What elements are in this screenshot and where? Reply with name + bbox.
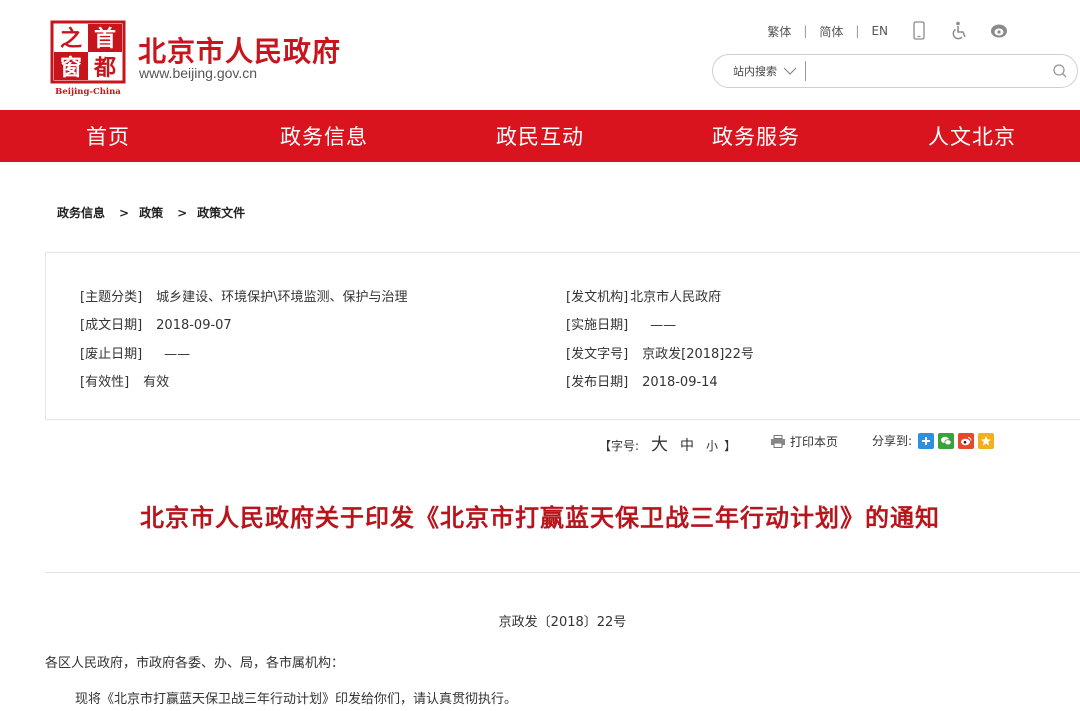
printer-icon — [771, 435, 785, 448]
search-input[interactable] — [806, 56, 1043, 86]
share-label: 分享到: — [872, 434, 913, 448]
chevron-down-icon — [783, 67, 797, 75]
font-size-large-button[interactable]: 大 — [651, 430, 668, 455]
nav-item-gov-info[interactable]: 政务信息 — [216, 110, 432, 162]
meta-published-label: [发布日期] — [566, 375, 629, 390]
logo-char-4: 都 — [93, 55, 116, 81]
wechat-icon[interactable] — [938, 432, 955, 449]
lang-separator: | — [855, 24, 860, 38]
meta-abolished-value: —— — [164, 347, 191, 362]
breadcrumb: 政务信息 > 政策 > 政策文件 — [57, 204, 245, 221]
site-url: www.beijing.gov.cn — [139, 65, 258, 81]
lang-separator: | — [803, 24, 808, 38]
breadcrumb-policy[interactable]: 政策 — [139, 204, 163, 221]
logo-char-3: 窗 — [60, 55, 82, 81]
print-label: 打印本页 — [790, 435, 839, 449]
beijing-logo[interactable]: 之 首 窗 都 Beijing-China — [50, 20, 126, 98]
logo-caption: Beijing-China — [55, 87, 121, 97]
share-more-icon[interactable] — [918, 432, 935, 449]
meta-topic-label: [主题分类] — [80, 290, 143, 305]
title-divider — [45, 572, 1080, 573]
document-addressee: 各区人民政府，市政府各委、办、局，各市属机构： — [45, 656, 345, 671]
breadcrumb-separator: > — [177, 205, 188, 220]
meta-published: [发布日期] 2018-09-14 — [566, 371, 718, 390]
share-bar: 分享到: — [872, 432, 995, 449]
print-button[interactable]: 打印本页 — [770, 433, 838, 450]
meta-doc-no: [发文字号] 京政发[2018]22号 — [566, 343, 754, 362]
accessibility-icon[interactable] — [950, 21, 968, 41]
breadcrumb-separator: > — [119, 205, 130, 220]
meta-validity-value: 有效 — [143, 375, 170, 390]
nav-item-interaction[interactable]: 政民互动 — [432, 110, 648, 162]
site-search: 站内搜索 — [712, 54, 1078, 88]
lang-traditional-link[interactable]: 繁体 — [767, 23, 791, 40]
meta-validity-label: [有效性] — [80, 375, 130, 390]
nav-item-services[interactable]: 政务服务 — [648, 110, 864, 162]
site-header: 之 首 窗 都 Beijing-China 北京市人民政府 www.beijin… — [0, 0, 1080, 110]
breadcrumb-policy-docs[interactable]: 政策文件 — [197, 204, 245, 221]
meta-abolished: [废止日期] —— — [80, 343, 190, 362]
font-size-suffix: 】 — [724, 439, 737, 453]
weibo-icon[interactable] — [958, 432, 975, 449]
search-scope-label: 站内搜索 — [733, 65, 777, 78]
headphone-icon[interactable] — [990, 21, 1008, 41]
meta-topic: [主题分类] 城乡建设、环境保护\环境监测、保护与治理 — [80, 286, 408, 305]
meta-topic-value: 城乡建设、环境保护\环境监测、保护与治理 — [156, 290, 408, 305]
search-button[interactable] — [1043, 56, 1077, 86]
nav-item-home[interactable]: 首页 — [0, 110, 216, 162]
language-bar: 繁体 | 简体 | EN — [767, 20, 1008, 42]
meta-doc-no-label: [发文字号] — [566, 347, 629, 362]
logo-char-1: 之 — [60, 26, 82, 52]
font-size-prefix: 【字号: — [599, 439, 640, 453]
meta-doc-no-value: 京政发[2018]22号 — [642, 347, 754, 362]
document-body-paragraph: 现将《北京市打赢蓝天保卫战三年行动计划》印发给你们，请认真贯彻执行。 — [75, 692, 518, 707]
meta-issuer: [发文机构] 北京市人民政府 — [566, 286, 721, 305]
search-scope-dropdown[interactable]: 站内搜索 — [713, 63, 797, 79]
meta-created-value: 2018-09-07 — [156, 318, 232, 333]
meta-effective: [实施日期] —— — [566, 314, 676, 333]
meta-effective-label: [实施日期] — [566, 318, 629, 333]
meta-abolished-label: [废止日期] — [80, 347, 143, 362]
meta-issuer-value: 北京市人民政府 — [630, 290, 722, 305]
meta-effective-value: —— — [650, 318, 677, 333]
search-icon — [1053, 64, 1067, 78]
breadcrumb-gov-info[interactable]: 政务信息 — [57, 204, 105, 221]
meta-created-label: [成文日期] — [80, 318, 143, 333]
meta-issuer-label: [发文机构] — [566, 290, 629, 305]
meta-created: [成文日期] 2018-09-07 — [80, 314, 232, 333]
meta-validity: [有效性] 有效 — [80, 371, 169, 390]
font-size-medium-button[interactable]: 中 — [680, 435, 694, 455]
site-title[interactable]: 北京市人民政府 — [138, 30, 341, 70]
document-title: 北京市人民政府关于印发《北京市打赢蓝天保卫战三年行动计划》的通知 — [140, 503, 940, 532]
qzone-icon[interactable] — [978, 432, 995, 449]
mobile-icon[interactable] — [910, 21, 928, 41]
meta-published-value: 2018-09-14 — [642, 375, 718, 390]
main-nav: 首页 政务信息 政民互动 政务服务 人文北京 — [0, 110, 1080, 162]
document-number: 京政发〔2018〕22号 — [498, 615, 627, 630]
font-size-small-button[interactable]: 小 — [706, 437, 718, 454]
font-size-control: 【字号: 大 中 小 】 — [599, 430, 736, 455]
nav-item-culture[interactable]: 人文北京 — [864, 110, 1080, 162]
logo-char-2: 首 — [94, 26, 116, 52]
article-tools: 【字号: 大 中 小 】 打印本页 分享到: — [0, 430, 1080, 455]
document-meta-box: [主题分类] 城乡建设、环境保护\环境监测、保护与治理 [发文机构] 北京市人民政府… — [45, 252, 1080, 420]
lang-english-link[interactable]: EN — [871, 24, 888, 38]
lang-simplified-link[interactable]: 简体 — [819, 23, 843, 40]
